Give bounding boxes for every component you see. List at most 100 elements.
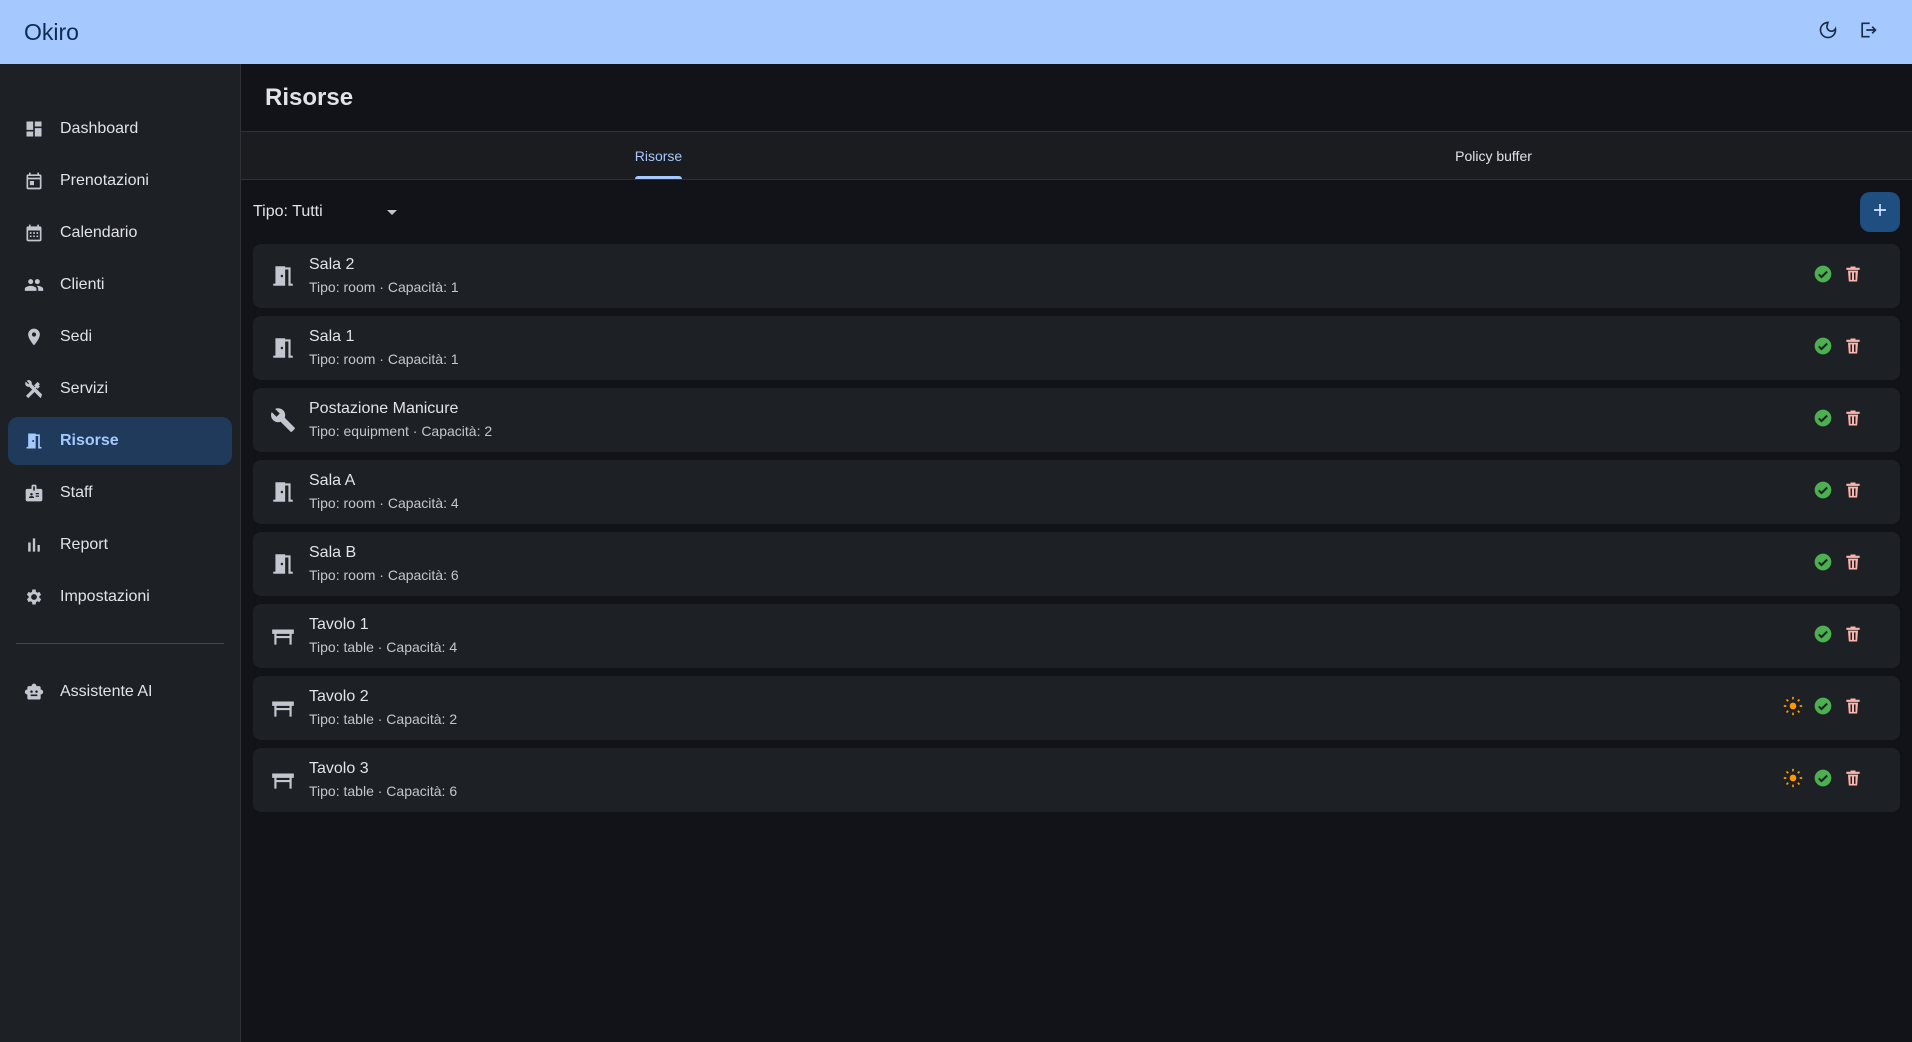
check-circle-icon [1813, 480, 1833, 505]
tab-policy-buffer[interactable]: Policy buffer [1076, 132, 1911, 180]
delete-button[interactable] [1842, 769, 1864, 791]
type-filter-value: Tipo: Tutti [253, 203, 323, 220]
robot-icon [24, 682, 44, 702]
people-icon [24, 275, 44, 295]
sidebar-item-label: Clienti [60, 276, 105, 293]
sidebar-item-prenotazioni[interactable]: Prenotazioni [8, 157, 232, 205]
delete-button[interactable] [1842, 409, 1864, 431]
plus-icon [1871, 201, 1889, 224]
delete-button[interactable] [1842, 625, 1864, 647]
resource-details: Tipo: table · Capacità: 6 [309, 783, 458, 799]
resource-name: Tavolo 2 [309, 688, 369, 705]
sidebar-item-label: Calendario [60, 224, 138, 241]
list-item[interactable]: Sala 1 Tipo: room · Capacità: 1 [253, 316, 1900, 380]
dashboard-icon [24, 119, 44, 139]
trash-icon [1843, 696, 1863, 721]
resource-name: Tavolo 1 [309, 616, 369, 633]
sidebar-item-sedi[interactable]: Sedi [8, 313, 232, 361]
tab-label: Risorse [634, 148, 683, 179]
trash-icon [1843, 264, 1863, 289]
sidebar-item-staff[interactable]: Staff [8, 469, 232, 517]
list-item[interactable]: Tavolo 1 Tipo: table · Capacità: 4 [253, 604, 1900, 668]
table-icon [269, 622, 297, 650]
theme-toggle-button[interactable] [1816, 20, 1840, 44]
delete-button[interactable] [1842, 553, 1864, 575]
sidebar-item-assistente-ai[interactable]: Assistente AI [8, 668, 232, 716]
sidebar-item-servizi[interactable]: Servizi [8, 365, 232, 413]
check-circle-icon [1813, 552, 1833, 577]
table-icon [269, 766, 297, 794]
tab-risorse[interactable]: Risorse [241, 132, 1076, 180]
door-icon [269, 334, 297, 362]
resource-details: Tipo: room · Capacità: 1 [309, 351, 459, 367]
door-icon [269, 478, 297, 506]
active-status-button[interactable] [1812, 625, 1834, 647]
sidebar-item-clienti[interactable]: Clienti [8, 261, 232, 309]
resource-name: Sala 2 [309, 256, 355, 273]
sidebar-divider [16, 643, 224, 644]
list-item[interactable]: Tavolo 2 Tipo: table · Capacità: 2 [253, 676, 1900, 740]
sidebar-item-label: Impostazioni [60, 588, 150, 605]
trash-icon [1843, 552, 1863, 577]
sun-icon [1783, 696, 1803, 721]
toolbar: Tipo: Tutti [241, 180, 1912, 244]
delete-button[interactable] [1842, 337, 1864, 359]
list-item[interactable]: Sala B Tipo: room · Capacità: 6 [253, 532, 1900, 596]
resource-name: Sala 1 [309, 328, 355, 345]
app-title: Okiro [24, 18, 79, 45]
active-status-button[interactable] [1812, 769, 1834, 791]
door-icon [24, 431, 44, 451]
sidebar-item-risorse[interactable]: Risorse [8, 417, 232, 465]
top-app-bar: Okiro [0, 0, 1912, 64]
sidebar-item-report[interactable]: Report [8, 521, 232, 569]
calendar-month-icon [24, 223, 44, 243]
list-item[interactable]: Sala 2 Tipo: room · Capacità: 1 [253, 244, 1900, 308]
sun-icon [1783, 768, 1803, 793]
active-status-button[interactable] [1812, 697, 1834, 719]
trash-icon [1843, 336, 1863, 361]
check-circle-icon [1813, 624, 1833, 649]
check-circle-icon [1813, 696, 1833, 721]
resource-name: Sala A [309, 472, 356, 489]
tools-icon [24, 379, 44, 399]
calendar-event-icon [24, 171, 44, 191]
sidebar-item-label: Risorse [60, 432, 119, 449]
active-status-button[interactable] [1812, 481, 1834, 503]
sidebar-item-label: Assistente AI [60, 683, 153, 700]
check-circle-icon [1813, 336, 1833, 361]
list-item[interactable]: Sala A Tipo: room · Capacità: 4 [253, 460, 1900, 524]
trash-icon [1843, 480, 1863, 505]
trash-icon [1843, 624, 1863, 649]
delete-button[interactable] [1842, 697, 1864, 719]
active-status-button[interactable] [1812, 553, 1834, 575]
list-item[interactable]: Postazione Manicure Tipo: equipment · Ca… [253, 388, 1900, 452]
badge-icon [24, 483, 44, 503]
resource-name: Sala B [309, 544, 357, 561]
check-circle-icon [1813, 264, 1833, 289]
sidebar-item-calendario[interactable]: Calendario [8, 209, 232, 257]
type-filter-select[interactable]: Tipo: Tutti [253, 203, 403, 221]
sidebar-item-label: Sedi [60, 328, 93, 345]
add-resource-button[interactable] [1860, 192, 1900, 232]
moon-icon [1818, 20, 1838, 45]
sidebar-item-label: Dashboard [60, 120, 139, 137]
sidebar-item-impostazioni[interactable]: Impostazioni [8, 573, 232, 621]
resource-details: Tipo: equipment · Capacità: 2 [309, 423, 493, 439]
page-header: Risorse [241, 64, 1912, 132]
outdoor-indicator [1782, 768, 1804, 793]
trash-icon [1843, 408, 1863, 433]
active-status-button[interactable] [1812, 265, 1834, 287]
resource-details: Tipo: room · Capacità: 1 [309, 279, 459, 295]
check-circle-icon [1813, 768, 1833, 793]
delete-button[interactable] [1842, 481, 1864, 503]
active-status-button[interactable] [1812, 337, 1834, 359]
check-circle-icon [1813, 408, 1833, 433]
sidebar: Dashboard Prenotazioni Calendario Client… [0, 64, 241, 1042]
sidebar-item-dashboard[interactable]: Dashboard [8, 105, 232, 153]
delete-button[interactable] [1842, 265, 1864, 287]
top-actions [1816, 20, 1880, 44]
logout-button[interactable] [1856, 20, 1880, 44]
list-item[interactable]: Tavolo 3 Tipo: table · Capacità: 6 [253, 748, 1900, 812]
logout-icon [1858, 20, 1878, 45]
active-status-button[interactable] [1812, 409, 1834, 431]
